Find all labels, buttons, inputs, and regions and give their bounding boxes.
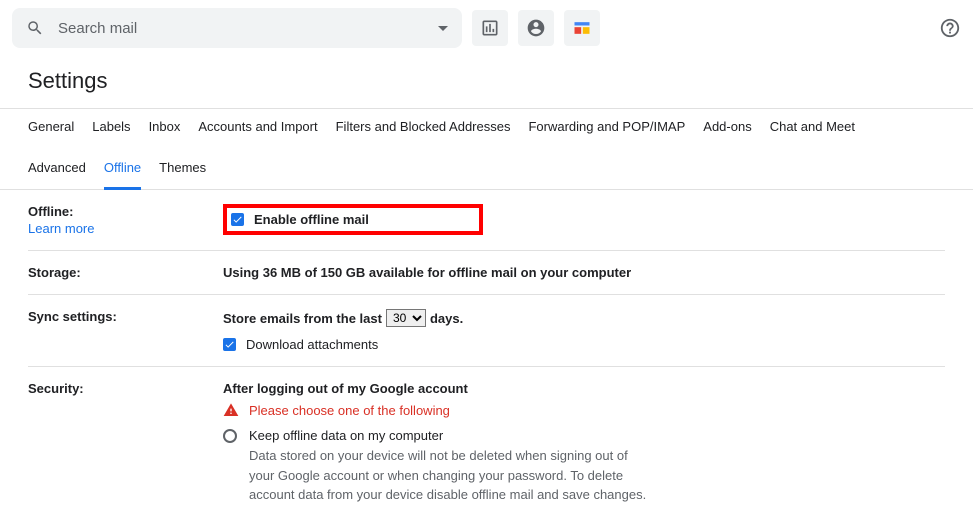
- enable-offline-checkbox[interactable]: [231, 213, 244, 226]
- learn-more-link[interactable]: Learn more: [28, 221, 223, 236]
- search-icon: [26, 19, 44, 37]
- tab-forwarding[interactable]: Forwarding and POP/IMAP: [528, 119, 685, 146]
- download-attachments-checkbox[interactable]: [223, 338, 236, 351]
- sync-prefix: Store emails from the last: [223, 311, 382, 326]
- help-icon[interactable]: [939, 17, 961, 39]
- setting-sync: Sync settings: Store emails from the las…: [28, 295, 945, 367]
- setting-security: Security: After logging out of my Google…: [28, 367, 945, 519]
- sync-suffix: days.: [430, 311, 463, 326]
- warning-icon: [223, 402, 239, 418]
- search-options-caret[interactable]: [438, 26, 448, 31]
- security-label: Security:: [28, 381, 84, 396]
- tab-chat[interactable]: Chat and Meet: [770, 119, 855, 146]
- tabs-row-1: General Labels Inbox Accounts and Import…: [0, 109, 973, 146]
- storage-text: Using 36 MB of 150 GB available for offl…: [223, 265, 631, 280]
- tab-filters[interactable]: Filters and Blocked Addresses: [336, 119, 511, 146]
- sync-days-select[interactable]: 30: [386, 309, 426, 327]
- setting-offline: Offline: Learn more Enable offline mail: [28, 190, 945, 251]
- tab-addons[interactable]: Add-ons: [703, 119, 751, 146]
- app-icon-1[interactable]: [472, 10, 508, 46]
- download-attachments-label: Download attachments: [246, 337, 378, 352]
- keep-data-radio[interactable]: [223, 429, 237, 443]
- keep-data-label: Keep offline data on my computer: [249, 428, 945, 443]
- tab-accounts[interactable]: Accounts and Import: [198, 119, 317, 146]
- enable-offline-highlight: Enable offline mail: [223, 204, 483, 235]
- storage-label: Storage:: [28, 265, 81, 280]
- page-title: Settings: [0, 56, 973, 108]
- tab-advanced[interactable]: Advanced: [28, 160, 86, 189]
- search-input[interactable]: [58, 20, 438, 37]
- security-warning: Please choose one of the following: [249, 403, 450, 418]
- sync-label: Sync settings:: [28, 309, 117, 324]
- app-icon-3[interactable]: [564, 10, 600, 46]
- tab-general[interactable]: General: [28, 119, 74, 146]
- tabs-container: General Labels Inbox Accounts and Import…: [0, 108, 973, 190]
- tab-labels[interactable]: Labels: [92, 119, 130, 146]
- security-heading: After logging out of my Google account: [223, 381, 945, 396]
- app-icon-2[interactable]: [518, 10, 554, 46]
- tab-themes[interactable]: Themes: [159, 160, 206, 189]
- keep-data-desc: Data stored on your device will not be d…: [249, 446, 649, 505]
- tab-inbox[interactable]: Inbox: [149, 119, 181, 146]
- offline-label: Offline:: [28, 204, 74, 219]
- tabs-row-2: Advanced Offline Themes: [0, 146, 973, 189]
- setting-storage: Storage: Using 36 MB of 150 GB available…: [28, 251, 945, 295]
- tab-offline[interactable]: Offline: [104, 160, 141, 190]
- enable-offline-label: Enable offline mail: [254, 212, 369, 227]
- search-box[interactable]: [12, 8, 462, 48]
